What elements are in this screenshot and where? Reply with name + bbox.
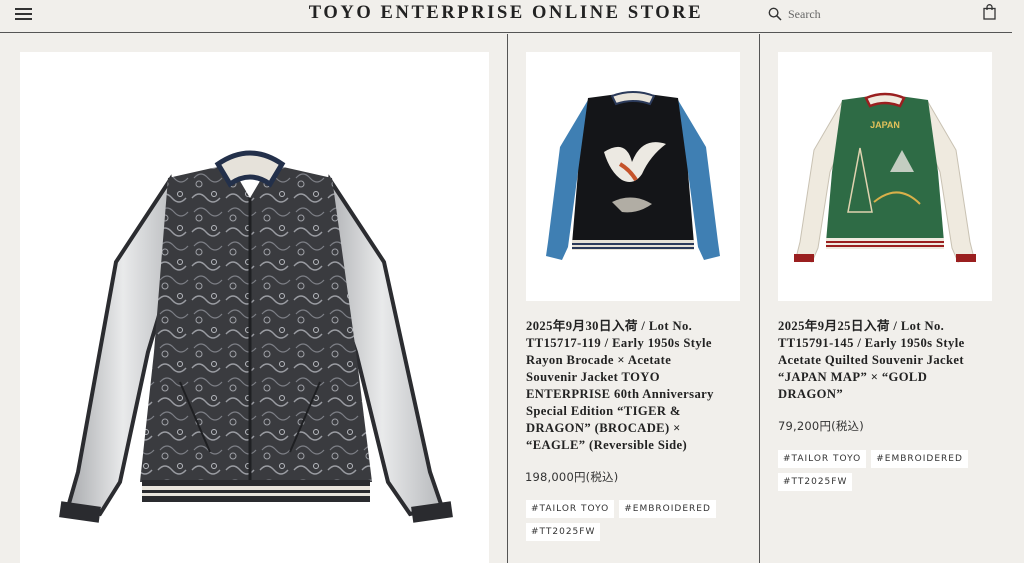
product-title-line: “EAGLE” (Reversible Side): [526, 438, 688, 452]
tag-tt2025fw[interactable]: #TT2025FW: [526, 523, 601, 541]
product-title[interactable]: 2025年9月30日入荷 / Lot No. TT15717-119 / Ear…: [526, 318, 751, 454]
embroidery-text: JAPAN: [870, 120, 900, 130]
product-title-line: TT15717-119 / Early 1950s Style: [526, 336, 712, 350]
tag-tailor-toyo[interactable]: #TAILOR TOYO: [778, 450, 867, 468]
search-box[interactable]: [768, 4, 878, 24]
product-image-tiger-dragon[interactable]: [526, 52, 740, 301]
product-title-line: TT15791-145 / Early 1950s Style: [778, 336, 965, 350]
product-title-line: DRAGON” (BROCADE) ×: [526, 421, 681, 435]
product-grid: 2025年9月30日入荷 / Lot No. TT15717-119 / Ear…: [0, 34, 1012, 563]
search-icon[interactable]: [768, 7, 782, 21]
tag-embroidered[interactable]: #EMBROIDERED: [871, 450, 968, 468]
product-title-line: Rayon Brocade × Acetate: [526, 353, 672, 367]
product-tags: #TAILOR TOYO #EMBROIDERED #TT2025FW: [778, 450, 1003, 491]
tag-tailor-toyo[interactable]: #TAILOR TOYO: [526, 500, 615, 518]
column-divider: [507, 34, 508, 563]
product-title-line: ENTERPRISE 60th Anniversary: [526, 387, 714, 401]
shopping-bag-icon[interactable]: [983, 4, 996, 20]
column-divider: [759, 34, 760, 563]
search-input[interactable]: [788, 6, 878, 22]
product-title-line: 2025年9月25日入荷 / Lot No.: [778, 319, 945, 333]
site-header: TOYO ENTERPRISE ONLINE STORE: [0, 0, 1012, 33]
product-title[interactable]: 2025年9月25日入荷 / Lot No. TT15791-145 / Ear…: [778, 318, 1003, 403]
product-price: 198,000円(税込): [525, 470, 619, 484]
cart-button[interactable]: [983, 4, 996, 25]
tag-tt2025fw[interactable]: #TT2025FW: [778, 473, 853, 491]
product-title-line: “JAPAN MAP” × “GOLD: [778, 370, 928, 384]
product-price: 79,200円(税込): [778, 419, 864, 433]
product-image-japan-map[interactable]: JAPAN: [778, 52, 992, 301]
product-title-line: 2025年9月30日入荷 / Lot No.: [526, 319, 693, 333]
product-title-line: Special Edition “TIGER &: [526, 404, 681, 418]
product-tags: #TAILOR TOYO #EMBROIDERED #TT2025FW: [526, 500, 751, 541]
product-title-line: Souvenir Jacket TOYO: [526, 370, 660, 384]
product-title-line: Acetate Quilted Souvenir Jacket: [778, 353, 965, 367]
product-title-line: DRAGON”: [778, 387, 844, 401]
featured-product-image[interactable]: [20, 52, 489, 563]
tag-embroidered[interactable]: #EMBROIDERED: [619, 500, 716, 518]
